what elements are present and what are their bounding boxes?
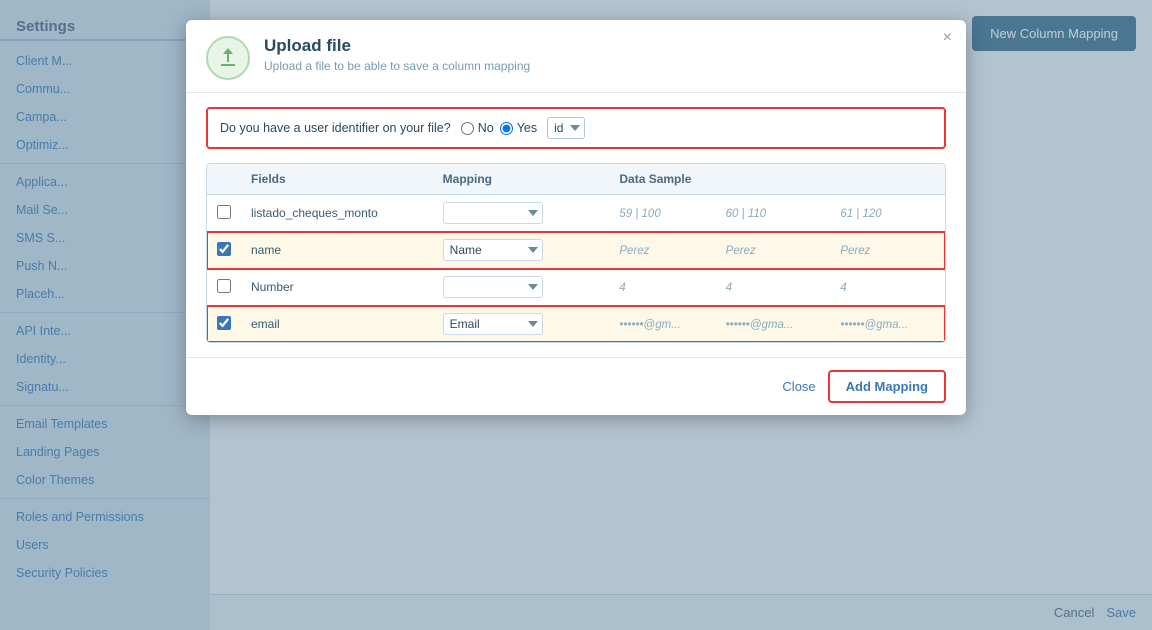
row-email-mapping-select[interactable]: Email [443, 313, 543, 335]
row-email-mapping-cell: Email [433, 306, 590, 343]
upload-file-modal: Upload file Upload a file to be able to … [186, 20, 966, 415]
row-name-sample2: Perez [716, 232, 831, 269]
row-number-mapping-cell [433, 269, 590, 306]
modal-close-button[interactable]: × [943, 30, 952, 46]
modal-title-group: Upload file Upload a file to be able to … [264, 36, 530, 73]
row-name-sample1: Perez [609, 232, 715, 269]
row-name-mapping-cell: Name [433, 232, 590, 269]
modal-header: Upload file Upload a file to be able to … [186, 20, 966, 93]
row-email-checkbox[interactable] [217, 316, 231, 330]
modal-body: Do you have a user identifier on your fi… [186, 93, 966, 357]
upload-icon [206, 36, 250, 80]
radio-no-label[interactable]: No [461, 121, 494, 135]
row-number-arrow-cell [589, 269, 609, 306]
row-name-arrow-cell [589, 232, 609, 269]
modal-overlay: Upload file Upload a file to be able to … [0, 0, 1152, 630]
close-modal-button[interactable]: Close [782, 379, 815, 394]
modal-title: Upload file [264, 36, 530, 56]
row-email-checkbox-cell[interactable] [207, 306, 241, 343]
add-mapping-button[interactable]: Add Mapping [828, 370, 946, 403]
row-number-sample1: 4 [609, 269, 715, 306]
mapping-table-container: Fields Mapping Data Sample [206, 163, 946, 343]
row-name-field-text: name [251, 243, 281, 257]
row-email-field-cell: email [241, 306, 433, 343]
radio-group: No Yes [461, 121, 537, 135]
row-number-checkbox[interactable] [217, 279, 231, 293]
col-fields-header: Fields [241, 164, 433, 195]
table-row: name Name Perez Perez Pere [207, 232, 945, 269]
row-listado-field-text: listado_cheques_monto [251, 206, 378, 220]
col-mapping-arrow [589, 164, 609, 195]
identifier-question-text: Do you have a user identifier on your fi… [220, 121, 451, 135]
yes-label: Yes [517, 121, 537, 135]
table-row: listado_cheques_monto 59 | 100 60 | 110 [207, 195, 945, 232]
no-label: No [478, 121, 494, 135]
row-listado-checkbox[interactable] [217, 205, 231, 219]
row-name-sample3: Perez [830, 232, 945, 269]
row-listado-sample3: 61 | 120 [830, 195, 945, 232]
identifier-select[interactable]: id [547, 117, 585, 139]
row-listado-sample1: 59 | 100 [609, 195, 715, 232]
modal-subtitle: Upload a file to be able to save a colum… [264, 59, 530, 73]
row-name-mapping-select[interactable]: Name [443, 239, 543, 261]
row-name-field-cell: name [241, 232, 433, 269]
row-number-field-cell: Number [241, 269, 433, 306]
col-mapping-header: Mapping [433, 164, 590, 195]
row-listado-sample2: 60 | 110 [716, 195, 831, 232]
row-email-sample1: ••••••@gm... [609, 306, 715, 343]
row-number-sample2: 4 [716, 269, 831, 306]
row-listado-arrow-cell [589, 195, 609, 232]
radio-yes-label[interactable]: Yes [500, 121, 537, 135]
row-name-checkbox-cell[interactable] [207, 232, 241, 269]
row-email-field-text: email [251, 317, 280, 331]
row-number-checkbox-cell[interactable] [207, 269, 241, 306]
row-email-sample3: ••••••@gma... [830, 306, 945, 343]
row-number-mapping-select[interactable] [443, 276, 543, 298]
row-number-field-text: Number [251, 280, 294, 294]
row-listado-mapping-cell [433, 195, 590, 232]
page-background: Settings Client M... Commu... Campa... O… [0, 0, 1152, 630]
col-checkbox-header [207, 164, 241, 195]
row-name-checkbox[interactable] [217, 242, 231, 256]
table-row: email Email ••••••@gm... ••••••@gma... [207, 306, 945, 343]
mapping-table: Fields Mapping Data Sample [207, 164, 945, 342]
radio-yes[interactable] [500, 122, 513, 135]
row-listado-mapping-select[interactable] [443, 202, 543, 224]
row-email-arrow-cell [589, 306, 609, 343]
identifier-row: Do you have a user identifier on your fi… [206, 107, 946, 149]
row-email-sample2: ••••••@gma... [716, 306, 831, 343]
row-listado-field-cell: listado_cheques_monto [241, 195, 433, 232]
radio-no[interactable] [461, 122, 474, 135]
table-row: Number 4 4 4 [207, 269, 945, 306]
row-listado-checkbox-cell[interactable] [207, 195, 241, 232]
row-number-sample3: 4 [830, 269, 945, 306]
col-data-sample-header: Data Sample [609, 164, 945, 195]
table-header-row: Fields Mapping Data Sample [207, 164, 945, 195]
modal-footer: Close Add Mapping [186, 357, 966, 415]
